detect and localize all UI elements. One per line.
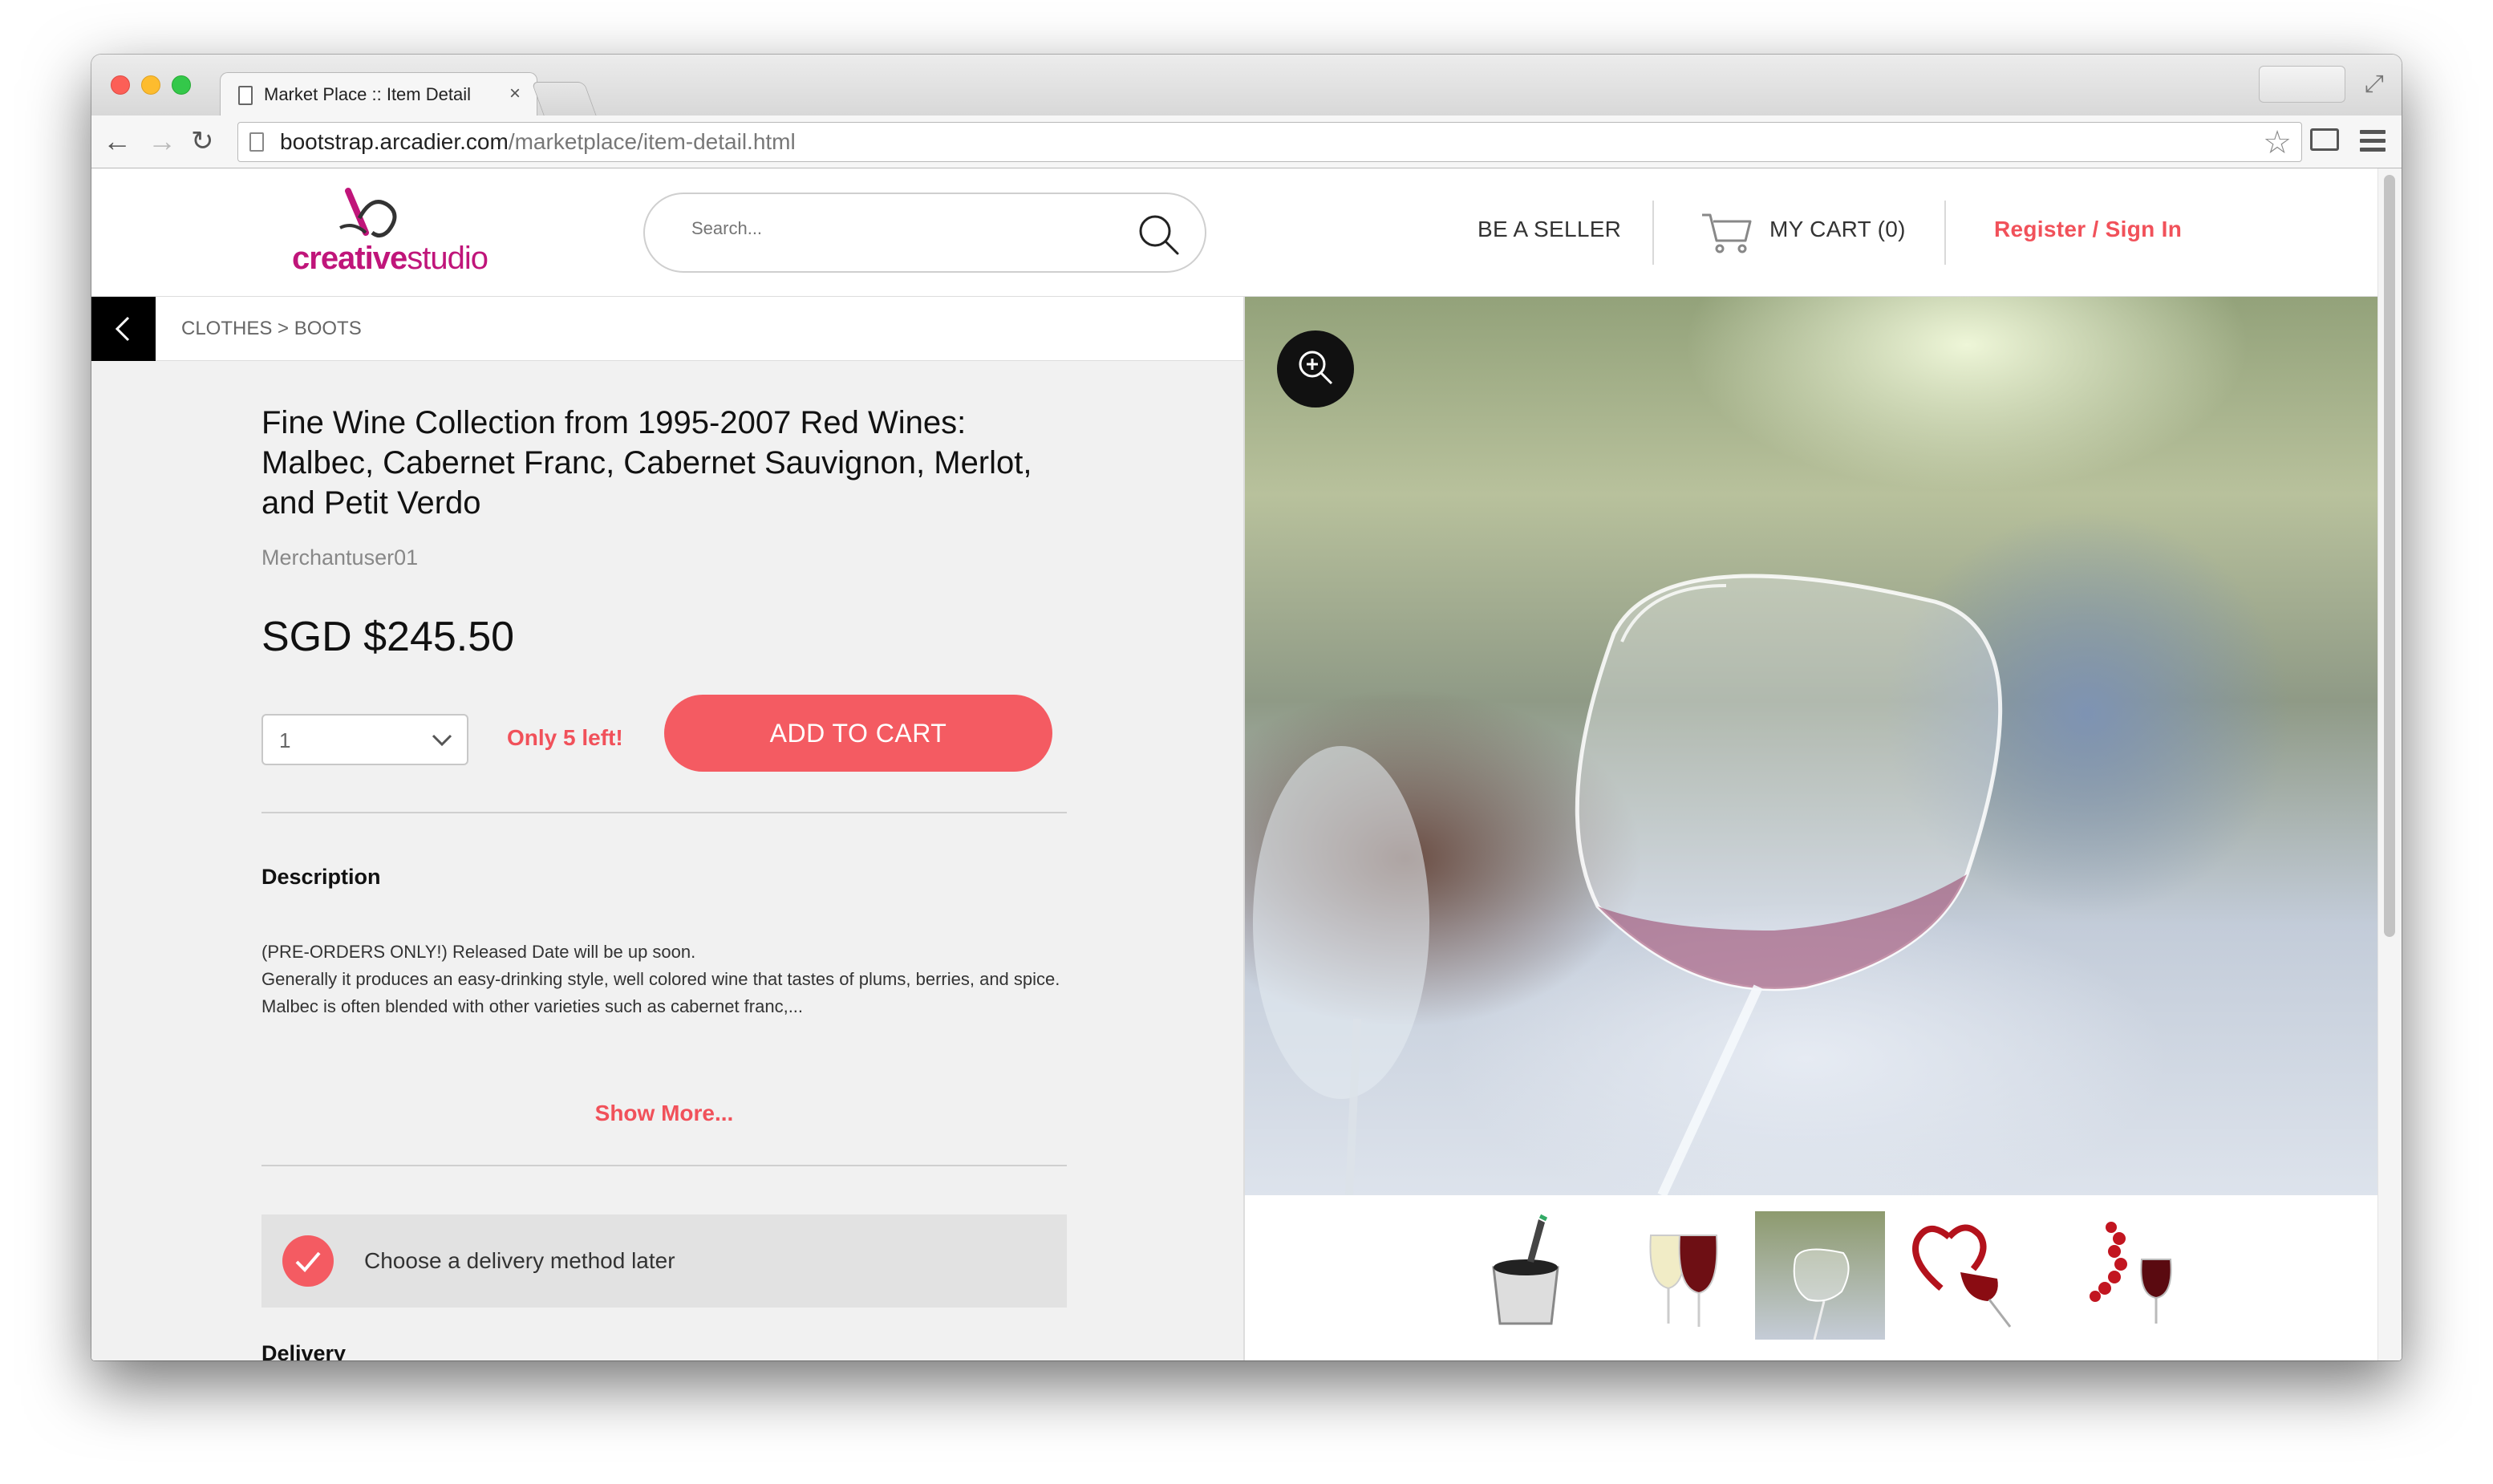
- fullscreen-icon[interactable]: ⤢: [2365, 71, 2384, 98]
- search-box[interactable]: [643, 193, 1206, 273]
- logo[interactable]: creativestudio: [292, 186, 533, 282]
- page-icon: [249, 132, 264, 152]
- delivery-heading: Delivery: [261, 1341, 347, 1360]
- description-heading: Description: [261, 865, 381, 889]
- menu-icon[interactable]: [2360, 130, 2386, 156]
- cast-icon[interactable]: [2310, 128, 2339, 151]
- back-button[interactable]: [91, 297, 156, 361]
- stock-notice: Only 5 left!: [507, 725, 623, 750]
- cart-icon[interactable]: [1701, 210, 1753, 255]
- profile-button[interactable]: [2259, 66, 2345, 103]
- tab-close-button[interactable]: ×: [509, 83, 521, 105]
- description-line: (PRE-ORDERS ONLY!) Released Date will be…: [261, 942, 696, 962]
- checkmark-icon: [295, 1251, 321, 1272]
- description-line: Generally it produces an easy-drinking s…: [261, 969, 1060, 1016]
- logo-mark-icon: [339, 188, 397, 237]
- chevron-left-icon: [115, 316, 130, 342]
- address-bar[interactable]: bootstrap.arcadier.com/marketplace/item-…: [237, 122, 2302, 162]
- browser-tab[interactable]: Market Place :: Item Detail ×: [220, 72, 537, 117]
- maximize-window-button[interactable]: [172, 75, 191, 95]
- quantity-value: 1: [279, 728, 291, 752]
- product-main-image[interactable]: [1245, 297, 2377, 1195]
- close-window-button[interactable]: [111, 75, 130, 95]
- thumbnail-grapes-glass[interactable]: [2063, 1211, 2193, 1340]
- search-icon[interactable]: [1136, 212, 1181, 257]
- browser-window: Market Place :: Item Detail × ⤢ ← → ↻ bo…: [91, 55, 2402, 1360]
- show-more-link[interactable]: Show More...: [91, 1101, 1237, 1126]
- logo-text: creativestudio: [292, 241, 488, 276]
- star-icon[interactable]: ☆: [2263, 124, 2292, 161]
- tab-title: Market Place :: Item Detail: [264, 84, 471, 104]
- thumbnail-strip: [1245, 1195, 2377, 1360]
- my-cart-link[interactable]: MY CART (0): [1769, 217, 1906, 242]
- thumbnail-wine-heart[interactable]: [1904, 1211, 2034, 1340]
- page-viewport: creativestudio BE A SELLER MY CART (0) R…: [91, 168, 2402, 1360]
- page-icon: [238, 86, 253, 105]
- check-icon[interactable]: [282, 1235, 334, 1287]
- forward-arrow-icon[interactable]: →: [148, 122, 176, 160]
- page-scrollbar[interactable]: [2377, 168, 2402, 1360]
- header-divider: [1652, 201, 1654, 265]
- product-price: SGD $245.50: [261, 614, 515, 660]
- breadcrumb-bar: CLOTHES > BOOTS: [91, 297, 1243, 361]
- merchant-name[interactable]: Merchantuser01: [261, 545, 418, 570]
- product-gallery: [1245, 297, 2377, 1360]
- minimize-window-button[interactable]: [141, 75, 160, 95]
- description-text: (PRE-ORDERS ONLY!) Released Date will be…: [261, 939, 1064, 1020]
- new-tab-button[interactable]: [531, 82, 597, 116]
- add-to-cart-button[interactable]: ADD TO CART: [664, 695, 1052, 772]
- search-input[interactable]: [691, 218, 1109, 239]
- product-title: Fine Wine Collection from 1995-2007 Red …: [261, 405, 1032, 521]
- reload-icon[interactable]: ↻: [191, 122, 214, 160]
- delivery-option-label: Choose a delivery method later: [364, 1248, 675, 1273]
- quantity-select[interactable]: 1: [261, 714, 468, 765]
- register-sign-in-link[interactable]: Register / Sign In: [1994, 217, 2182, 242]
- thumbnail-ice-bucket[interactable]: [1461, 1211, 1591, 1340]
- chevron-down-icon: [432, 734, 452, 747]
- header-divider: [1944, 201, 1946, 265]
- browser-toolbar: ← → ↻ bootstrap.arcadier.com/marketplace…: [91, 116, 2402, 168]
- wine-glass-photo: [1253, 574, 2003, 1195]
- site-header: creativestudio BE A SELLER MY CART (0) R…: [91, 168, 2377, 297]
- url-host: bootstrap.arcadier.com: [280, 129, 509, 154]
- zoom-button[interactable]: [1277, 330, 1354, 407]
- section-divider: [261, 1165, 1067, 1166]
- breadcrumb[interactable]: CLOTHES > BOOTS: [181, 318, 362, 340]
- url-path: /marketplace/item-detail.html: [508, 129, 796, 154]
- thumbnail-two-glasses[interactable]: [1619, 1211, 1749, 1340]
- product-info-pane: CLOTHES > BOOTS Fine Wine Collection fro…: [91, 297, 1245, 1360]
- thumbnail-glass-outdoor[interactable]: [1755, 1211, 1885, 1340]
- section-divider: [261, 812, 1067, 813]
- delivery-option[interactable]: Choose a delivery method later: [261, 1214, 1067, 1308]
- zoom-in-icon: [1299, 351, 1333, 385]
- scrollbar-thumb[interactable]: [2384, 175, 2395, 937]
- be-a-seller-link[interactable]: BE A SELLER: [1478, 217, 1621, 242]
- title-bar: Market Place :: Item Detail × ⤢: [91, 55, 2402, 117]
- url-text[interactable]: bootstrap.arcadier.com/marketplace/item-…: [280, 129, 796, 155]
- back-arrow-icon[interactable]: ←: [103, 122, 132, 160]
